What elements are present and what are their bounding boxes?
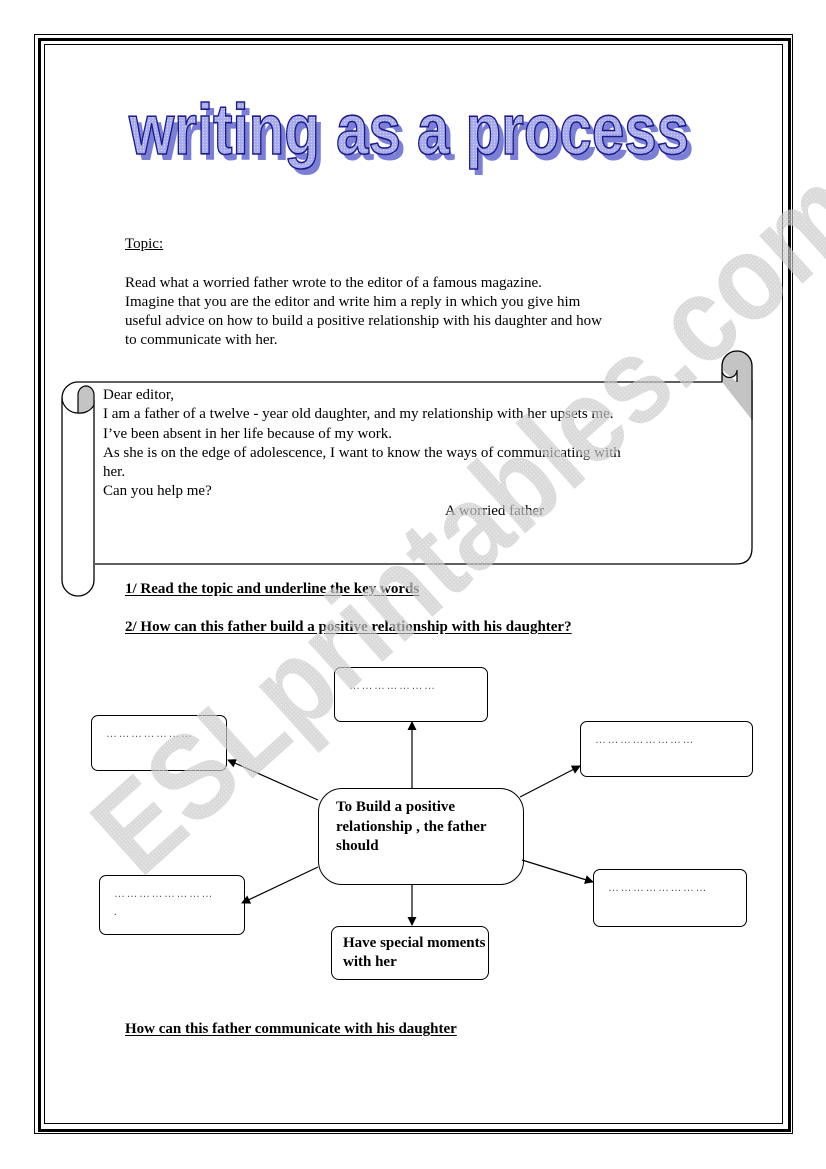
answer-blank: …………………… <box>114 888 214 900</box>
letter-line: As she is on the edge of adolescence, I … <box>103 444 621 461</box>
topic-line: Read what a worried father wrote to the … <box>125 275 542 291</box>
answer-box-right[interactable]: …………………… <box>580 721 753 777</box>
letter-signature: A worried father <box>445 502 545 519</box>
answer-box-top[interactable]: ………………… <box>334 667 488 722</box>
topic-line: useful advice on how to build a positive… <box>125 313 602 329</box>
topic-label: Topic: <box>125 236 164 252</box>
letter-line: Can you help me? <box>103 483 212 500</box>
example-answer: Have special moments with her <box>343 935 486 970</box>
answer-blank: …………………… <box>595 734 695 746</box>
letter-line: I’ve been absent in her life because of … <box>103 425 393 442</box>
answer-box-left[interactable]: ………………… <box>91 715 227 771</box>
letter-line: her. <box>103 464 126 481</box>
answer-blank-extra: . <box>114 906 117 918</box>
answer-box-bottom-filled: Have special moments with her <box>331 926 489 980</box>
answer-blank: …………………… <box>608 882 708 894</box>
mind-map-center: To Build a positive relationship , the f… <box>318 788 524 885</box>
question-3: How can this father communicate with his… <box>125 1021 457 1037</box>
title-text: writing as a process <box>128 91 689 170</box>
letter-text: Dear editor, I am a father of a twelve -… <box>103 386 743 521</box>
answer-box-bottom-right[interactable]: …………………… <box>593 869 747 927</box>
topic-instructions: Read what a worried father wrote to the … <box>125 274 725 350</box>
question-1: 1/ Read the topic and underline the key … <box>125 581 420 597</box>
mind-map-center-text: To Build a positive relationship , the f… <box>336 799 487 854</box>
page-title: writing as a process writing as a proces… <box>127 90 708 186</box>
answer-blank: ………………… <box>349 680 437 692</box>
question-2: 2/ How can this father build a positive … <box>125 619 572 635</box>
letter-line: Dear editor, <box>103 387 175 403</box>
answer-box-bottom-left[interactable]: …………………… . <box>99 875 245 935</box>
answer-blank: ………………… <box>106 728 194 740</box>
letter-line: I am a father of a twelve - year old dau… <box>103 406 614 423</box>
topic-line: Imagine that you are the editor and writ… <box>125 294 581 310</box>
topic-line: to communicate with her. <box>125 332 278 348</box>
